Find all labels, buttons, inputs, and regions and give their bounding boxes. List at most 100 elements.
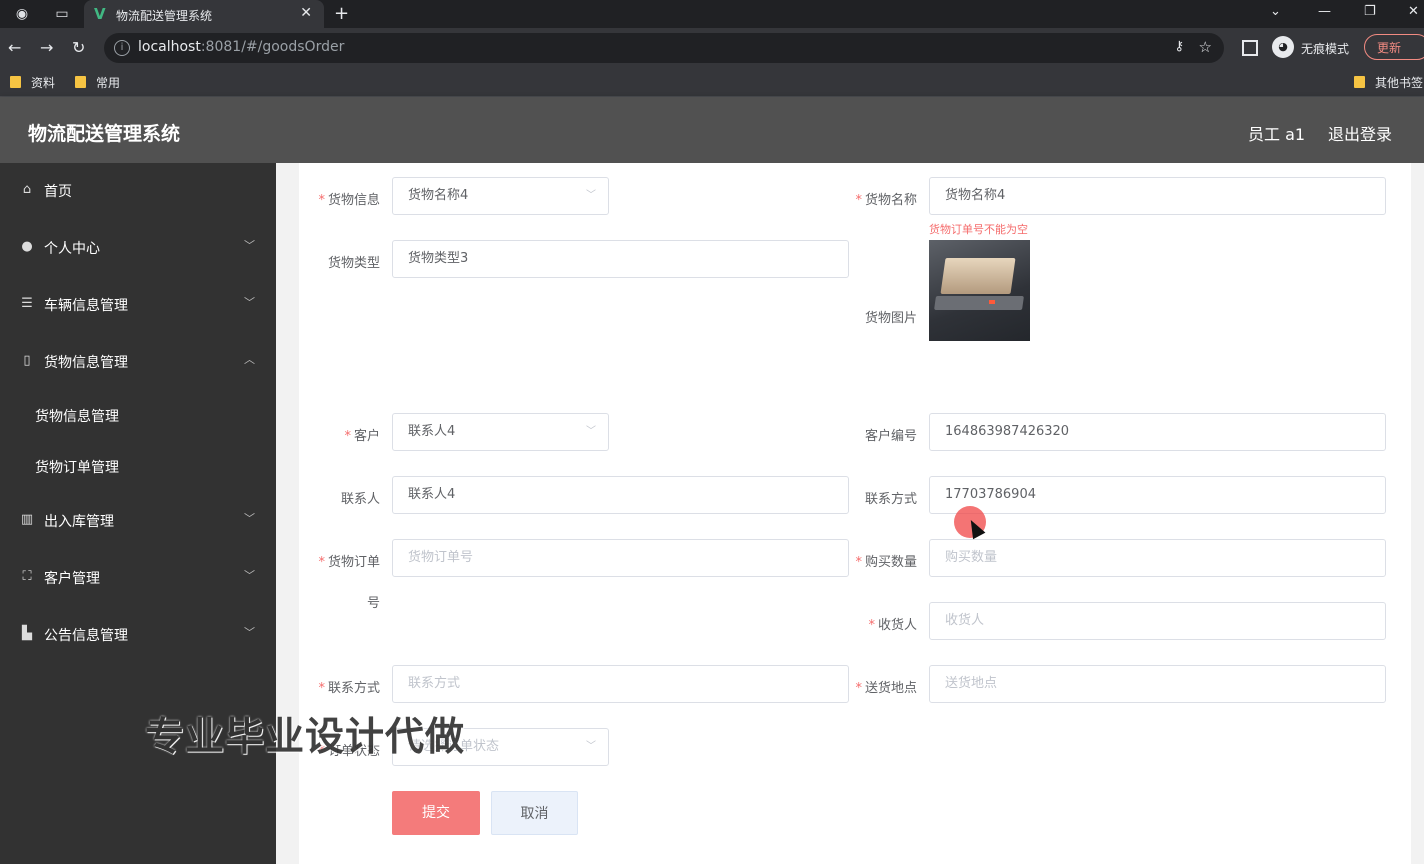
chevron-down-icon: ﹀ bbox=[244, 569, 255, 582]
chevron-down-icon: ﹀ bbox=[586, 190, 596, 201]
contact-value: 联系人4 bbox=[408, 487, 456, 502]
order-no-label-wrap: 号 bbox=[366, 596, 380, 611]
site-info-icon[interactable]: i bbox=[114, 40, 130, 56]
sidebar-subitem-goods-order[interactable]: 货物订单管理 bbox=[35, 457, 119, 477]
key-icon[interactable]: ⚷ bbox=[1174, 39, 1184, 54]
goods-name-value: 货物名称4 bbox=[945, 188, 1006, 203]
goods-image-label: 货物图片 bbox=[864, 311, 917, 326]
contact-label: 联系人 bbox=[340, 492, 380, 507]
other-bookmarks-label: 其他书签 bbox=[1375, 76, 1424, 90]
chevron-down-icon: ﹀ bbox=[244, 512, 255, 525]
sidebar-item-label: 出入库管理 bbox=[44, 514, 114, 530]
chevron-down-icon: ﹀ bbox=[586, 426, 596, 437]
sidebar-item-label: 车辆信息管理 bbox=[44, 298, 128, 314]
globe-icon[interactable]: ◉ bbox=[14, 6, 30, 22]
contact-input[interactable]: 联系人4 bbox=[392, 476, 849, 514]
receiver-placeholder: 收货人 bbox=[945, 613, 985, 628]
goods-info-value: 货物名称4 bbox=[408, 188, 469, 203]
address-toolbar: ← → ↻ i localhost:8081/#/goodsOrder ⚷ ☆ … bbox=[0, 28, 1424, 68]
side-panel-icon[interactable] bbox=[1242, 40, 1258, 56]
sidebar-item-customers[interactable]: ⛶ 客户管理 ﹀ bbox=[0, 557, 276, 597]
browser-tab-bar: ◉ ▭ V 物流配送管理系统 ✕ + ⌄ — ❐ ✕ bbox=[0, 0, 1424, 28]
back-icon[interactable]: ← bbox=[8, 38, 21, 57]
contact-phone-input[interactable]: 17703786904 bbox=[929, 476, 1386, 514]
browser-tab[interactable]: V 物流配送管理系统 ✕ bbox=[84, 0, 324, 28]
goods-type-value: 货物类型3 bbox=[408, 251, 469, 266]
other-bookmarks[interactable]: 其他书签 bbox=[1354, 74, 1423, 91]
quantity-label: * 购买数量 bbox=[855, 555, 917, 570]
update-button[interactable]: 更新 bbox=[1364, 34, 1424, 60]
receiver-phone-input[interactable]: 联系方式 bbox=[392, 665, 849, 703]
goods-type-label: 货物类型 bbox=[327, 256, 380, 271]
sidebar-item-warehouse[interactable]: ▥ 出入库管理 ﹀ bbox=[0, 500, 276, 540]
current-user: 员工 a1 bbox=[1248, 125, 1306, 144]
chevron-up-icon: ︿ bbox=[244, 353, 255, 366]
customer-label: * 客户 bbox=[344, 429, 380, 444]
receiver-input[interactable]: 收货人 bbox=[929, 602, 1386, 640]
address-input[interactable]: 送货地点 bbox=[929, 665, 1386, 703]
phone-icon: ▯ bbox=[23, 353, 31, 368]
folder-icon bbox=[75, 76, 86, 88]
goods-name-input[interactable]: 货物名称4 bbox=[929, 177, 1386, 215]
customer-no-input[interactable]: 164863987426320 bbox=[929, 413, 1386, 451]
bookmarks-bar: 资料 常用 其他书签 bbox=[0, 68, 1424, 97]
cancel-button[interactable]: 取消 bbox=[491, 791, 578, 835]
customer-select[interactable]: 联系人4 ﹀ bbox=[392, 413, 609, 451]
home-icon: ⌂ bbox=[22, 182, 32, 197]
sidebar-item-profile[interactable]: ● 个人中心 ﹀ bbox=[0, 227, 276, 267]
chevron-down-icon: ﹀ bbox=[244, 239, 255, 252]
quantity-input[interactable]: 购买数量 bbox=[929, 539, 1386, 577]
close-tab-icon[interactable]: ✕ bbox=[300, 5, 312, 21]
address-label: * 送货地点 bbox=[855, 681, 917, 696]
sidebar-item-label: 公告信息管理 bbox=[44, 628, 128, 644]
sidebar-item-goods[interactable]: ▯ 货物信息管理 ︿ bbox=[0, 341, 276, 381]
url-text: localhost:8081/#/goodsOrder bbox=[138, 39, 344, 55]
app-title: 物流配送管理系统 bbox=[28, 123, 181, 145]
chevron-down-icon: ﹀ bbox=[244, 296, 255, 309]
sidebar-item-notices[interactable]: ▙ 公告信息管理 ﹀ bbox=[0, 614, 276, 654]
url-bar[interactable]: i localhost:8081/#/goodsOrder ⚷ ☆ bbox=[104, 33, 1224, 63]
submit-button[interactable]: 提交 bbox=[392, 791, 480, 835]
sidebar-item-vehicles[interactable]: ☰ 车辆信息管理 ﹀ bbox=[0, 284, 276, 324]
minimize-icon[interactable]: — bbox=[1318, 4, 1331, 19]
folder-icon bbox=[1354, 76, 1365, 88]
bookmark-label: 常用 bbox=[96, 76, 121, 90]
address-placeholder: 送货地点 bbox=[945, 676, 998, 691]
goods-info-select[interactable]: 货物名称4 ﹀ bbox=[392, 177, 609, 215]
folder-icon bbox=[10, 76, 21, 88]
new-tab-icon[interactable]: + bbox=[334, 3, 349, 24]
customer-value: 联系人4 bbox=[408, 424, 456, 439]
sliders-icon: ☰ bbox=[21, 296, 33, 311]
order-no-input[interactable]: 货物订单号 bbox=[392, 539, 849, 577]
receiver-phone-placeholder: 联系方式 bbox=[408, 676, 461, 691]
restore-icon[interactable]: ❐ bbox=[1364, 4, 1376, 19]
incognito-label: 无痕模式 bbox=[1301, 42, 1350, 56]
sidebar-item-home[interactable]: ⌂ 首页 bbox=[0, 170, 276, 210]
forward-icon[interactable]: → bbox=[40, 38, 53, 57]
books-icon: ▥ bbox=[20, 512, 34, 527]
bookmark-star-icon[interactable]: ☆ bbox=[1199, 38, 1212, 56]
app-header: 物流配送管理系统 员工 a1 退出登录 bbox=[0, 97, 1424, 163]
laptop-base bbox=[934, 296, 1024, 310]
close-window-icon[interactable]: ✕ bbox=[1408, 4, 1419, 19]
incognito-icon[interactable]: ◕ bbox=[1272, 36, 1294, 58]
goods-image[interactable] bbox=[929, 240, 1030, 341]
sidebar-subitem-goods-info[interactable]: 货物信息管理 bbox=[35, 406, 119, 426]
frame-icon: ⛶ bbox=[22, 569, 32, 584]
tab-strip-icon[interactable]: ▭ bbox=[54, 6, 70, 22]
url-host: localhost bbox=[138, 39, 201, 55]
sidebar-item-label: 客户管理 bbox=[44, 571, 100, 587]
goods-type-input[interactable]: 货物类型3 bbox=[392, 240, 849, 278]
logout-link[interactable]: 退出登录 bbox=[1328, 121, 1392, 145]
chevron-down-icon: ﹀ bbox=[244, 626, 255, 639]
tab-title: 物流配送管理系统 bbox=[116, 9, 213, 23]
bookmark-item[interactable]: 资料 bbox=[10, 74, 55, 91]
sidebar-item-label: 首页 bbox=[44, 184, 72, 200]
chevron-down-icon[interactable]: ⌄ bbox=[1270, 4, 1281, 19]
bookmark-item[interactable]: 常用 bbox=[75, 74, 120, 91]
laptop-led bbox=[989, 300, 995, 304]
reload-icon[interactable]: ↻ bbox=[72, 38, 85, 57]
chart-icon: ▙ bbox=[22, 626, 32, 641]
url-path: :8081/#/goodsOrder bbox=[200, 39, 345, 55]
contact-phone-label: 联系方式 bbox=[864, 492, 917, 507]
